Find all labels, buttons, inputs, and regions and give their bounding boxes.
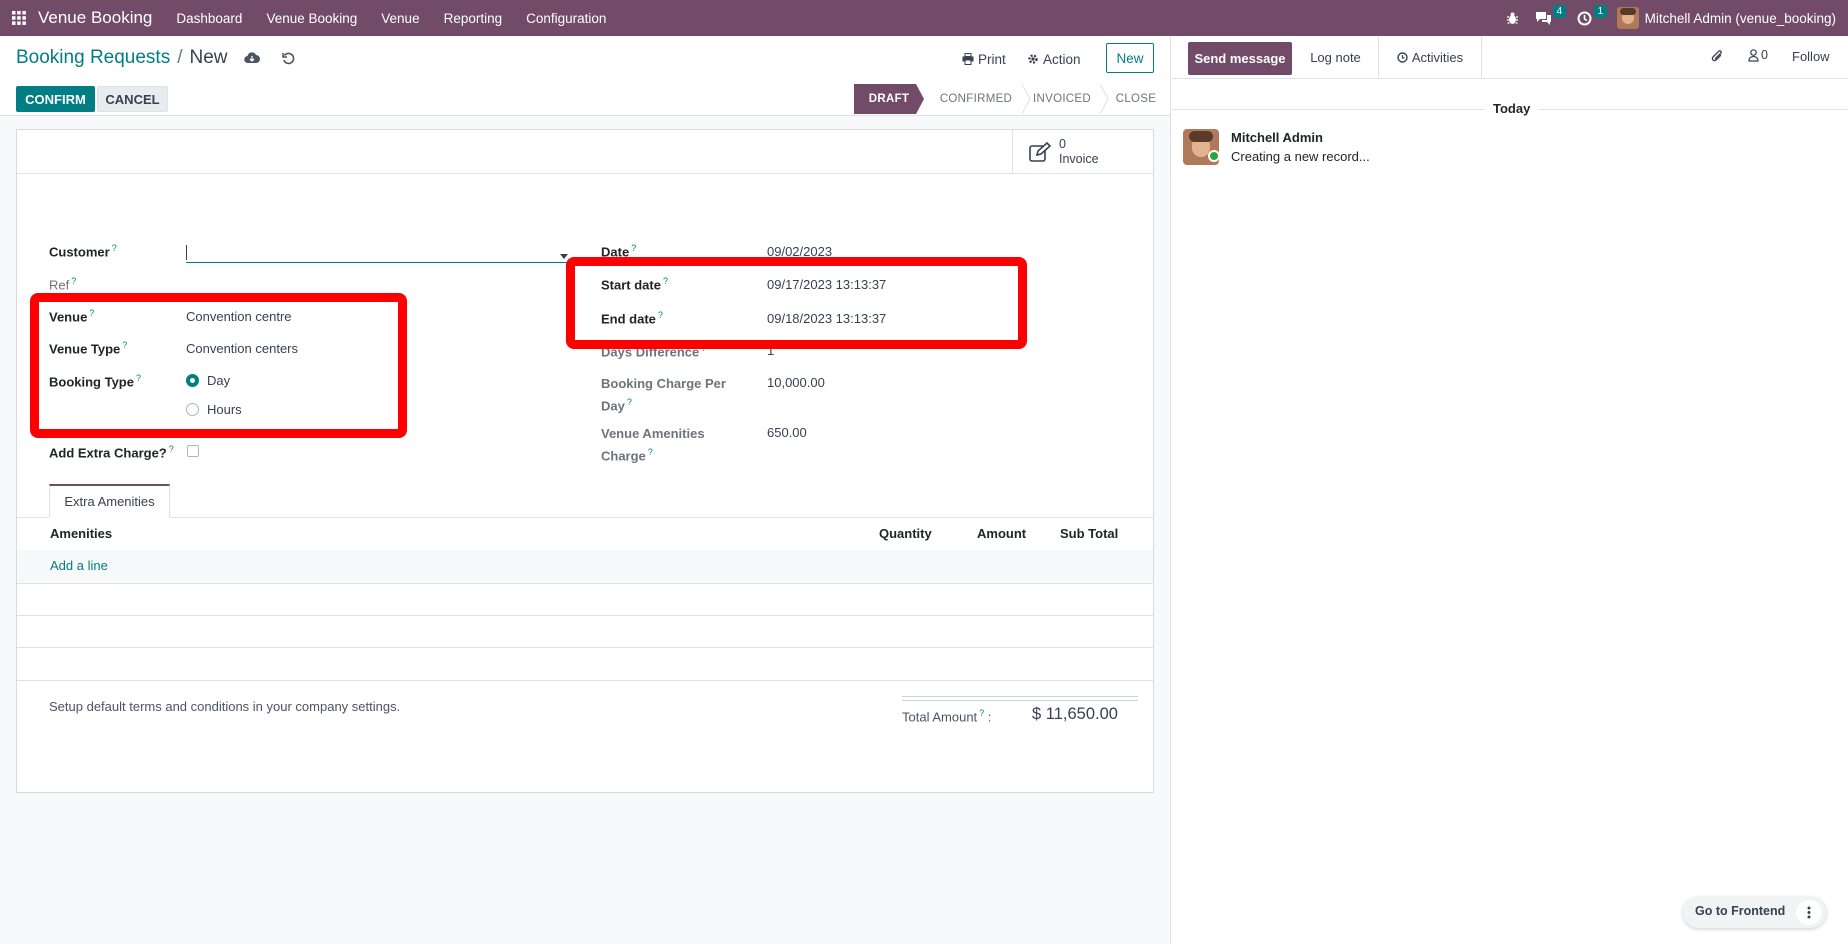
column-quantity[interactable]: Quantity bbox=[879, 526, 932, 541]
apps-menu-icon[interactable] bbox=[0, 0, 38, 36]
nav-menu-venue[interactable]: Venue bbox=[381, 11, 419, 26]
discard-undo-icon[interactable] bbox=[281, 52, 295, 65]
add-extra-charge-checkbox[interactable] bbox=[187, 445, 199, 457]
breadcrumb-separator: / bbox=[177, 47, 183, 68]
table-row bbox=[17, 680, 1153, 681]
activities-badge: 1 bbox=[1593, 5, 1608, 18]
column-sub-total[interactable]: Sub Total bbox=[1060, 526, 1118, 541]
more-vertical-icon[interactable] bbox=[1796, 900, 1822, 925]
user-outline-icon bbox=[1748, 48, 1759, 62]
followers-button[interactable]: 0 bbox=[1748, 48, 1768, 62]
customer-label: Customer? bbox=[49, 243, 117, 260]
breadcrumb-current: New bbox=[189, 47, 228, 68]
top-navbar: Venue Booking Dashboard Venue Booking Ve… bbox=[0, 0, 1848, 36]
invoice-smart-button[interactable]: 0 Invoice bbox=[1012, 130, 1153, 174]
status-draft[interactable]: DRAFT bbox=[854, 84, 924, 114]
column-amount[interactable]: Amount bbox=[977, 526, 1026, 541]
table-row bbox=[17, 615, 1153, 616]
add-extra-charge-label: Add Extra Charge?? bbox=[49, 444, 174, 461]
messages-icon[interactable]: 4 bbox=[1529, 0, 1573, 36]
invoice-count: 0 bbox=[1059, 137, 1066, 151]
nav-menu-venue-booking[interactable]: Venue Booking bbox=[266, 11, 357, 26]
booking-charge-value: 10,000.00 bbox=[767, 375, 825, 390]
form-sheet: 0 Invoice Customer? Ref? Venue? Conventi… bbox=[16, 129, 1154, 793]
table-row bbox=[17, 583, 1153, 584]
debug-bug-icon[interactable] bbox=[1497, 0, 1529, 36]
cancel-button[interactable]: CANCEL bbox=[97, 86, 168, 112]
highlight-box-dates bbox=[566, 257, 1027, 349]
print-button[interactable]: Print bbox=[962, 47, 1006, 71]
status-invoiced[interactable]: INVOICED bbox=[1028, 84, 1096, 114]
total-amount-value: $ 11,650.00 bbox=[1032, 705, 1118, 723]
date-separator: Today bbox=[1485, 101, 1539, 116]
nav-menu-configuration[interactable]: Configuration bbox=[526, 11, 606, 26]
new-button[interactable]: New bbox=[1106, 43, 1154, 73]
ref-label: Ref? bbox=[49, 276, 77, 293]
edit-invoice-icon bbox=[1029, 142, 1051, 162]
activities-clock-icon[interactable]: 1 bbox=[1573, 0, 1617, 36]
breadcrumb: Booking Requests / New bbox=[16, 47, 295, 69]
status-confirmed[interactable]: CONFIRMED bbox=[928, 84, 1024, 114]
nav-menu-reporting[interactable]: Reporting bbox=[444, 11, 503, 26]
terms-text: Setup default terms and conditions in yo… bbox=[49, 699, 401, 714]
user-name: Mitchell Admin (venue_booking) bbox=[1644, 10, 1836, 26]
print-icon bbox=[962, 53, 974, 65]
activities-label: Activities bbox=[1411, 50, 1464, 65]
booking-charge-label: Booking Charge Per Day? bbox=[601, 376, 726, 414]
table-row bbox=[17, 647, 1153, 648]
status-close[interactable]: CLOSE bbox=[1104, 84, 1168, 114]
tab-extra-amenities[interactable]: Extra Amenities bbox=[49, 484, 170, 518]
add-a-line-link[interactable]: Add a line bbox=[50, 558, 108, 573]
highlight-box-venue bbox=[30, 293, 407, 438]
message-body: Creating a new record... bbox=[1231, 149, 1370, 164]
total-divider bbox=[902, 696, 1138, 697]
amenities-charge-label: Venue Amenities Charge? bbox=[601, 426, 705, 464]
customer-input[interactable] bbox=[186, 243, 570, 263]
invoice-label: Invoice bbox=[1059, 152, 1099, 166]
activities-button[interactable]: Activities bbox=[1378, 36, 1482, 79]
online-status-icon bbox=[1208, 150, 1220, 162]
messages-badge: 4 bbox=[1552, 5, 1567, 18]
gear-icon bbox=[1027, 53, 1039, 65]
message-author[interactable]: Mitchell Admin bbox=[1231, 130, 1323, 145]
total-divider-2 bbox=[902, 700, 1138, 701]
breadcrumb-booking-requests[interactable]: Booking Requests bbox=[16, 47, 170, 69]
text-cursor bbox=[186, 245, 187, 260]
followers-count: 0 bbox=[1761, 48, 1768, 62]
button-box bbox=[17, 130, 1153, 174]
confirm-button[interactable]: CONFIRM bbox=[16, 86, 95, 112]
go-to-frontend-button[interactable]: Go to Frontend bbox=[1695, 904, 1785, 918]
save-cloud-icon[interactable] bbox=[243, 52, 260, 64]
app-name[interactable]: Venue Booking bbox=[38, 8, 152, 28]
column-amenities[interactable]: Amenities bbox=[50, 526, 112, 541]
send-message-button[interactable]: Send message bbox=[1188, 42, 1292, 75]
log-note-button[interactable]: Log note bbox=[1293, 36, 1378, 79]
total-amount-label: Total Amount? : bbox=[902, 708, 992, 725]
clock-icon bbox=[1397, 52, 1408, 63]
action-label: Action bbox=[1043, 51, 1081, 67]
follow-button[interactable]: Follow bbox=[1792, 49, 1830, 64]
chatter-panel: Send message Log note Activities 0 Follo… bbox=[1170, 36, 1848, 944]
paperclip-icon[interactable] bbox=[1711, 49, 1724, 67]
add-line-row bbox=[17, 550, 1153, 583]
amenities-charge-value: 650.00 bbox=[767, 425, 807, 440]
user-menu[interactable]: Mitchell Admin (venue_booking) bbox=[1616, 0, 1848, 36]
nav-menu-dashboard[interactable]: Dashboard bbox=[176, 11, 242, 26]
user-avatar bbox=[1616, 7, 1639, 29]
tab-divider bbox=[17, 517, 1153, 518]
print-label: Print bbox=[978, 51, 1006, 67]
action-button[interactable]: Action bbox=[1027, 47, 1081, 71]
